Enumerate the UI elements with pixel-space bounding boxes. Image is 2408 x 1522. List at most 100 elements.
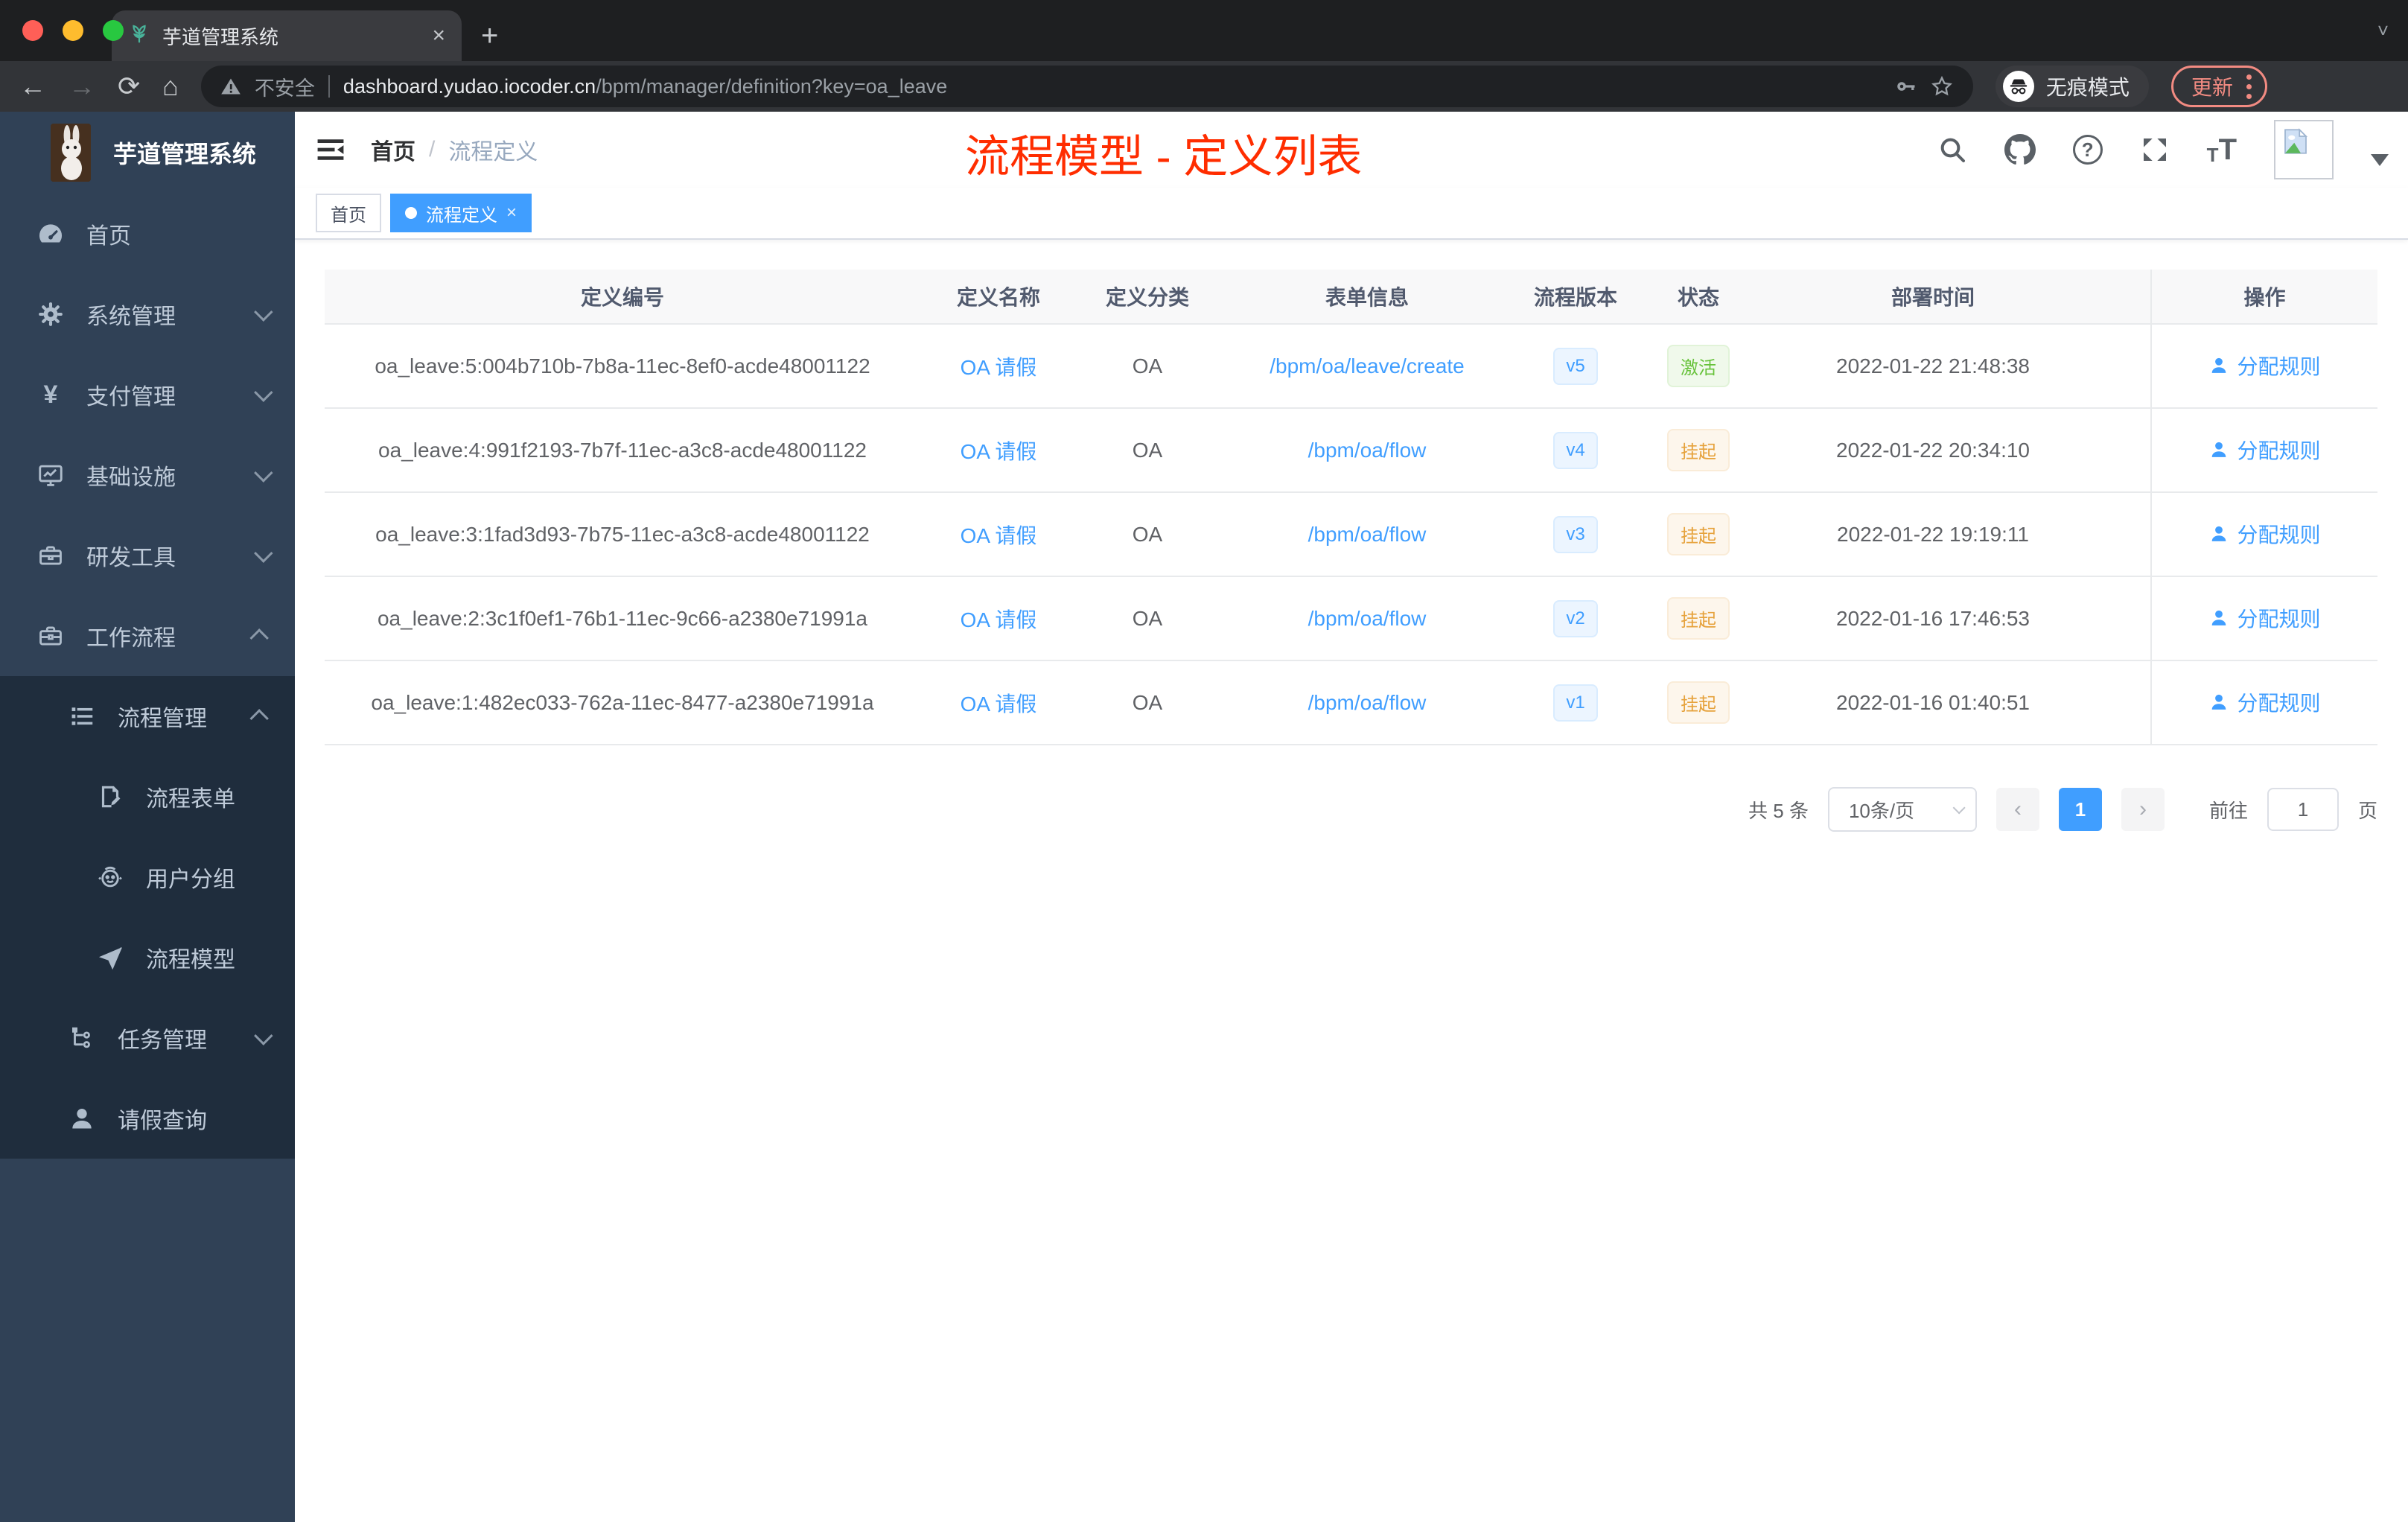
sidebar-item-process-form[interactable]: 流程表单 xyxy=(0,757,295,837)
annotation-title: 流程模型 - 定义列表 xyxy=(965,132,1363,182)
page-number-button[interactable]: 1 xyxy=(2058,788,2102,831)
next-page-button[interactable]: › xyxy=(2121,788,2165,831)
assign-rule-button[interactable]: 分配规则 xyxy=(2208,687,2321,717)
definition-name-link[interactable]: OA 请假 xyxy=(961,440,1037,463)
sidebar-item-label: 流程管理 xyxy=(118,707,207,731)
password-key-icon[interactable] xyxy=(1894,75,1917,98)
sidebar-item-process-management[interactable]: 流程管理 xyxy=(0,676,295,757)
sidebar-item-payment[interactable]: ¥ 支付管理 xyxy=(0,354,295,435)
avatar[interactable] xyxy=(2274,120,2334,179)
chevron-down-icon xyxy=(254,463,273,483)
main-area: 首页 / 流程定义 流程模型 - 定义列表 ? TT 首页 流程定义 × 定义编… xyxy=(295,112,2408,1522)
assign-rule-label: 分配规则 xyxy=(2237,355,2321,378)
sidebar-item-workflow[interactable]: 工作流程 xyxy=(0,596,295,676)
tags-view-bar: 首页 流程定义 × xyxy=(295,188,2408,240)
sidebar-item-home[interactable]: 首页 xyxy=(0,194,295,274)
deploy-time: 2022-01-16 17:46:53 xyxy=(1836,606,2030,630)
tag-process-definition[interactable]: 流程定义 × xyxy=(390,194,532,232)
sidebar-item-label: 请假查询 xyxy=(118,1109,207,1133)
column-header: 定义分类 xyxy=(1105,286,1189,309)
tab-close-icon[interactable]: × xyxy=(432,25,445,47)
sidebar-logo[interactable]: 芋道管理系统 xyxy=(0,112,295,194)
yen-icon: ¥ xyxy=(43,380,58,409)
browser-tabstrip: 芋道管理系统 × + ˅ xyxy=(0,0,2408,61)
version-badge: v4 xyxy=(1553,431,1598,469)
sidebar-item-task-management[interactable]: 任务管理 xyxy=(0,998,295,1078)
form-info-link[interactable]: /bpm/oa/flow xyxy=(1308,691,1427,714)
column-header: 部署时间 xyxy=(1891,286,1975,309)
reload-icon[interactable]: ⟳ xyxy=(118,73,140,100)
definition-category: OA xyxy=(1132,354,1163,378)
breadcrumb-home[interactable]: 首页 xyxy=(371,133,415,166)
url-bar[interactable]: 不安全 dashboard.yudao.iocoder.cn/bpm/manag… xyxy=(200,66,1973,107)
list-tree-icon xyxy=(67,701,97,731)
sidebar-item-process-model[interactable]: 流程模型 xyxy=(0,917,295,998)
form-info-link[interactable]: /bpm/oa/flow xyxy=(1308,607,1427,630)
version-badge: v2 xyxy=(1553,599,1598,637)
sidebar-item-system[interactable]: 系统管理 xyxy=(0,274,295,354)
prev-page-button[interactable]: ‹ xyxy=(1995,788,2039,831)
tab-search-chevron-icon[interactable]: ˅ xyxy=(2377,19,2389,42)
search-icon[interactable] xyxy=(1937,135,1967,165)
gear-icon xyxy=(36,299,66,329)
toolbox-icon xyxy=(36,541,66,570)
browser-tab[interactable]: 芋道管理系统 × xyxy=(112,10,462,61)
definition-name-link[interactable]: OA 请假 xyxy=(961,356,1037,379)
close-window-button[interactable] xyxy=(22,20,43,41)
definition-name-link[interactable]: OA 请假 xyxy=(961,524,1037,547)
sidebar-item-infrastructure[interactable]: 基础设施 xyxy=(0,435,295,515)
assign-rule-button[interactable]: 分配规则 xyxy=(2208,435,2321,465)
status-badge: 挂起 xyxy=(1667,597,1730,640)
definition-name-link[interactable]: OA 请假 xyxy=(961,608,1037,631)
assign-rule-button[interactable]: 分配规则 xyxy=(2208,519,2321,549)
sidebar-item-dev-tools[interactable]: 研发工具 xyxy=(0,515,295,596)
sidebar-item-user-group[interactable]: 用户分组 xyxy=(0,837,295,917)
browser-update-button[interactable]: 更新 xyxy=(2170,66,2267,107)
new-tab-button[interactable]: + xyxy=(481,21,498,51)
minimize-window-button[interactable] xyxy=(63,20,83,41)
user-icon xyxy=(2212,610,2226,625)
font-size-icon[interactable]: TT xyxy=(2207,135,2237,165)
version-badge: v3 xyxy=(1553,515,1598,553)
url-host: dashboard.yudao.iocoder.cn xyxy=(343,74,596,98)
github-icon[interactable] xyxy=(2004,134,2036,165)
sidebar-fold-hamburger-icon[interactable] xyxy=(314,133,347,166)
chevron-up-icon xyxy=(249,709,269,728)
sidebar-item-leave-query[interactable]: 请假查询 xyxy=(0,1078,295,1159)
tag-home[interactable]: 首页 xyxy=(316,194,381,232)
home-icon[interactable]: ⌂ xyxy=(162,73,179,100)
form-info-link[interactable]: /bpm/oa/leave/create xyxy=(1270,354,1465,378)
avatar-caret-down-icon[interactable] xyxy=(2371,154,2389,166)
definition-name-link[interactable]: OA 请假 xyxy=(961,692,1037,716)
org-tree-icon xyxy=(67,1023,97,1053)
tag-close-icon[interactable]: × xyxy=(506,203,517,223)
sidebar-item-label: 任务管理 xyxy=(118,1028,207,1053)
deploy-time: 2022-01-22 20:34:10 xyxy=(1836,438,2030,462)
assign-rule-button[interactable]: 分配规则 xyxy=(2208,351,2321,380)
column-header: 流程版本 xyxy=(1533,286,1617,309)
assign-rule-button[interactable]: 分配规则 xyxy=(2208,603,2321,633)
browser-menu-kebab-icon[interactable] xyxy=(2246,74,2252,99)
screen: 芋道管理系统 × + ˅ ← → ⟳ ⌂ 不安全 dashboard.yudao… xyxy=(0,0,2408,1522)
form-info-link[interactable]: /bpm/oa/flow xyxy=(1308,439,1427,462)
goto-page-input[interactable]: 1 xyxy=(2267,788,2339,831)
fullscreen-icon[interactable] xyxy=(2140,135,2170,165)
breadcrumb-separator: / xyxy=(429,137,436,162)
chevron-down-icon xyxy=(1952,801,1966,815)
broken-image-icon xyxy=(2284,128,2308,154)
help-icon[interactable]: ? xyxy=(2072,135,2103,165)
forward-icon[interactable]: → xyxy=(69,73,95,100)
definition-id: oa_leave:5:004b710b-7b8a-11ec-8ef0-acde4… xyxy=(375,354,870,378)
page-size-select[interactable]: 10条/页 xyxy=(1827,787,1977,832)
definition-category: OA xyxy=(1132,690,1163,714)
url-path: /bpm/manager/definition?key=oa_leave xyxy=(596,74,948,98)
table-row: oa_leave:2:3c1f0ef1-76b1-11ec-9c66-a2380… xyxy=(325,577,2377,661)
form-info-link[interactable]: /bpm/oa/flow xyxy=(1308,523,1427,546)
back-icon[interactable]: ← xyxy=(19,73,46,100)
sidebar-item-label: 流程模型 xyxy=(146,948,235,972)
maximize-window-button[interactable] xyxy=(103,20,124,41)
bookmark-star-icon[interactable] xyxy=(1930,74,1954,98)
chevron-down-icon xyxy=(254,544,273,563)
navbar-actions: ? TT xyxy=(1937,120,2389,179)
url-divider xyxy=(328,75,330,98)
